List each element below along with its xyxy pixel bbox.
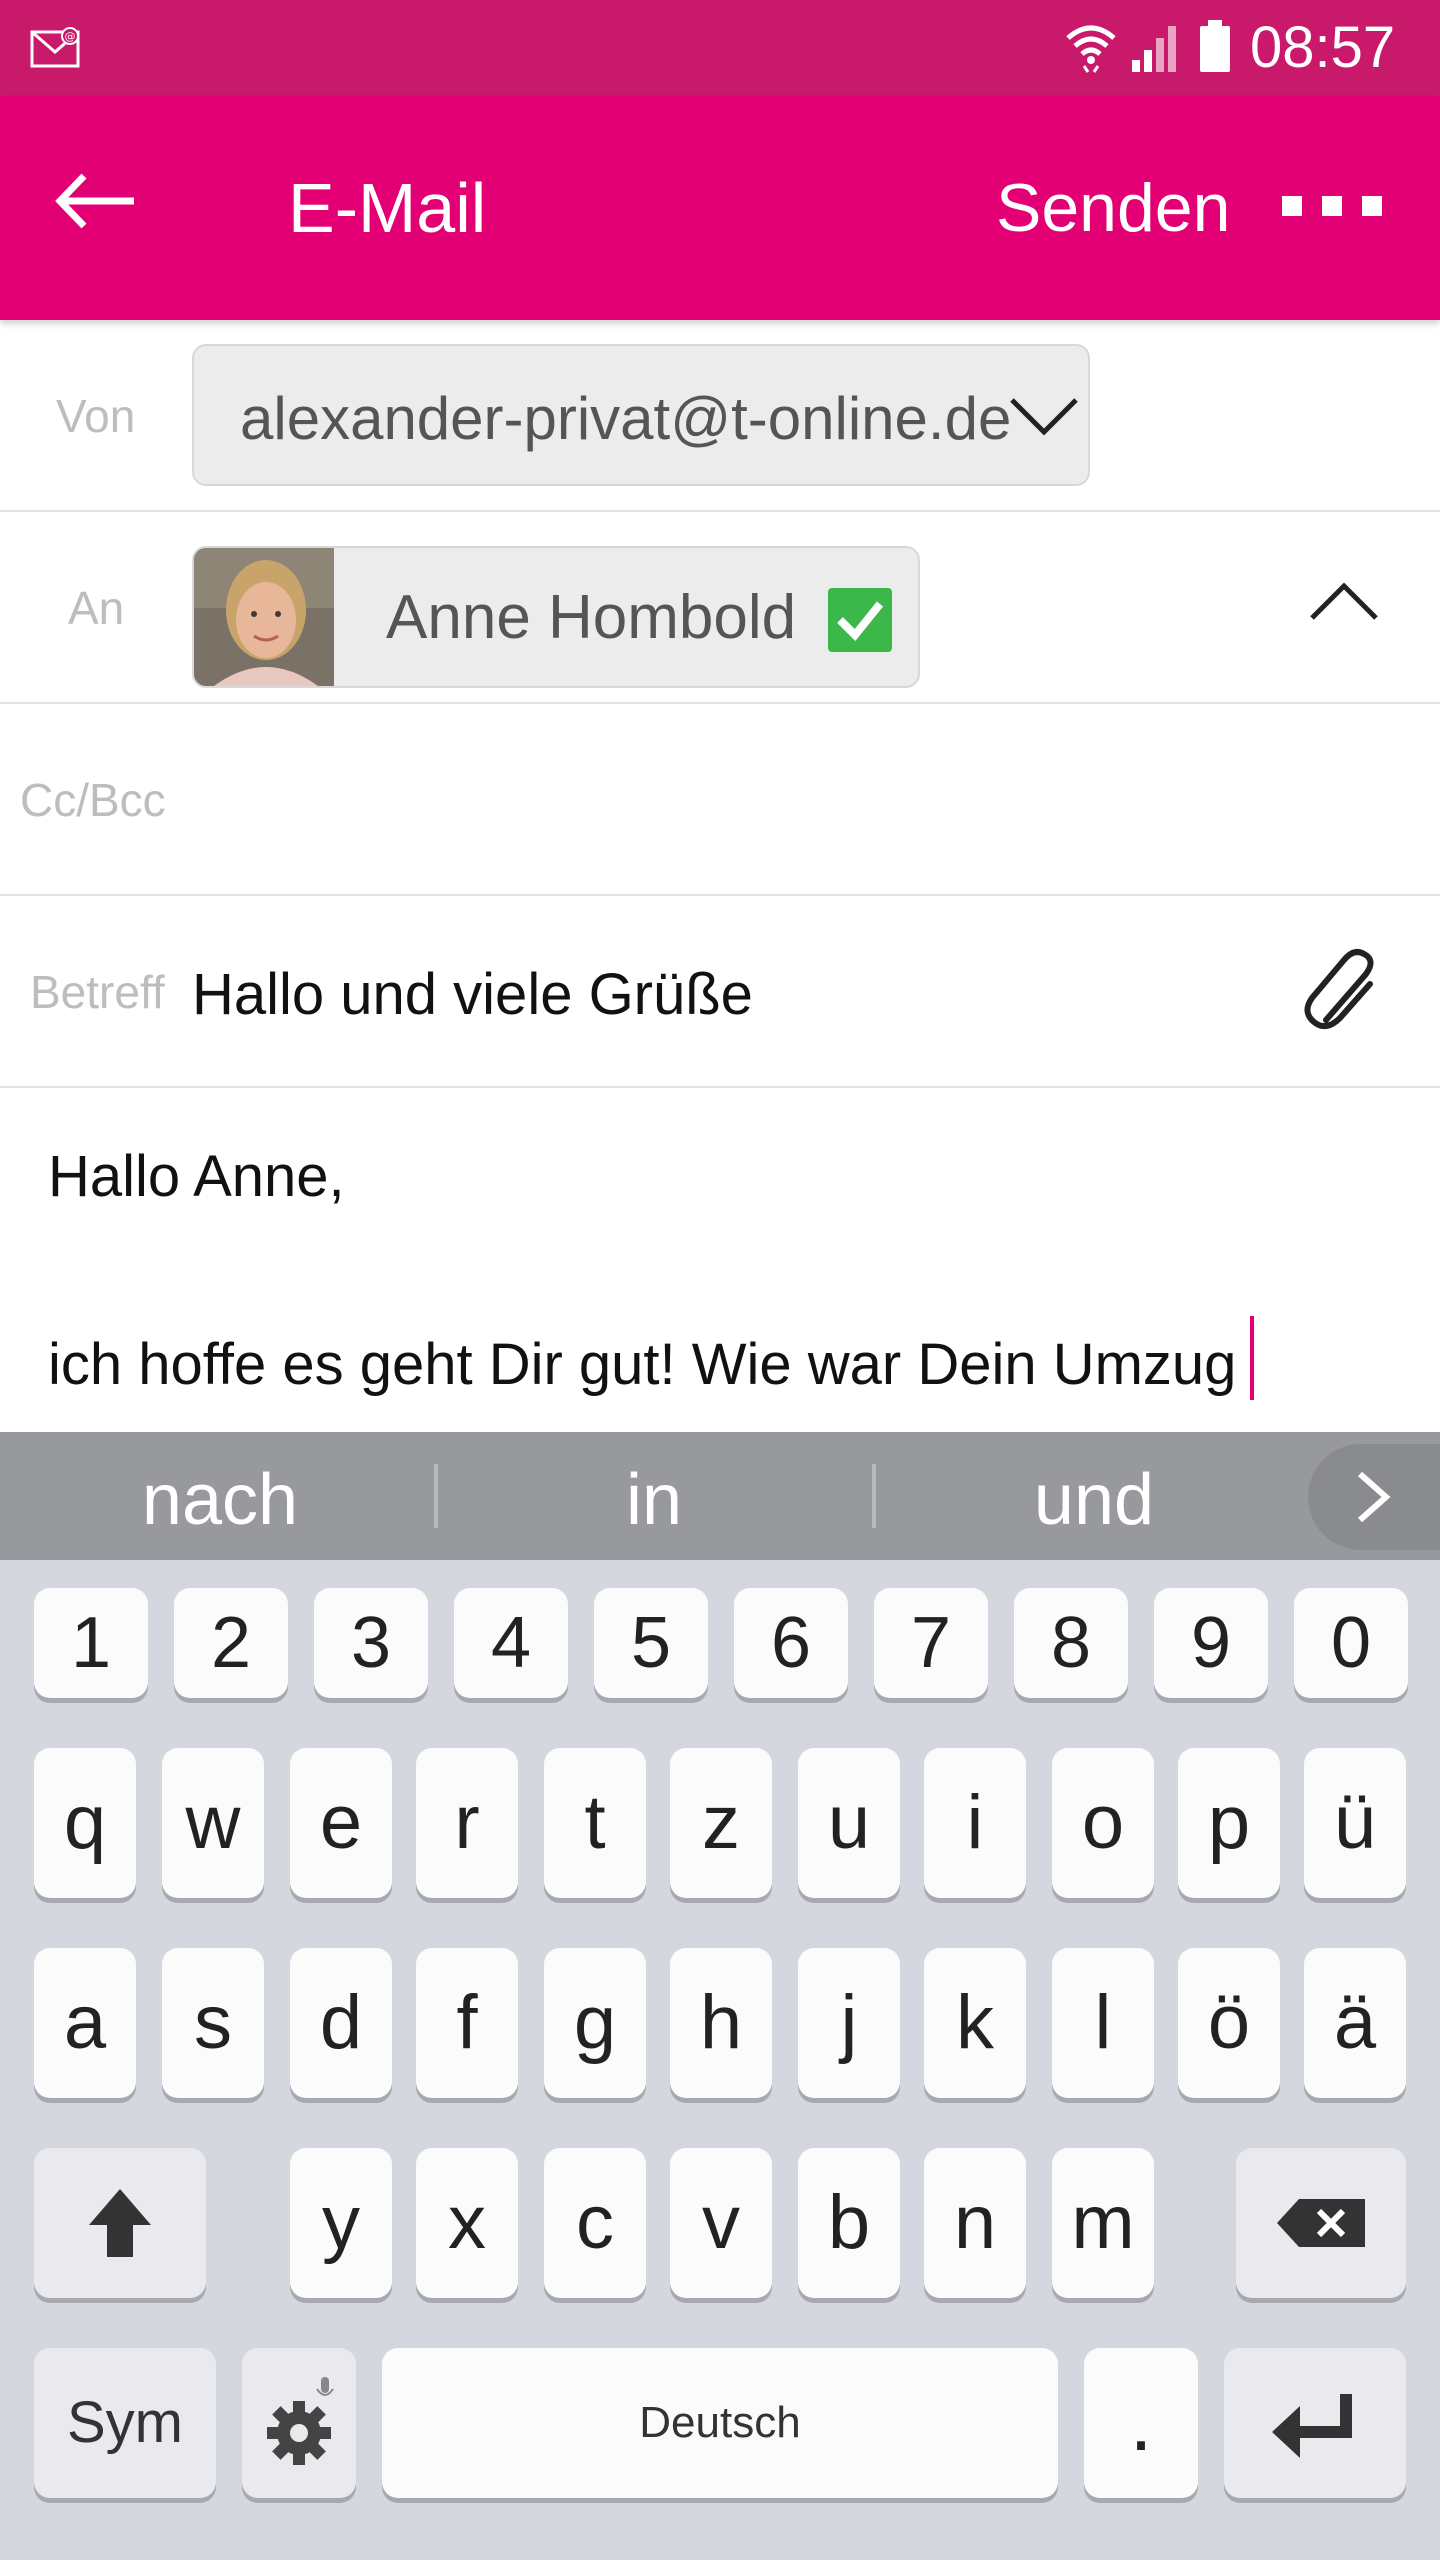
- key-h[interactable]: h: [670, 1948, 772, 2098]
- suggestion-bar: nach in und: [0, 1432, 1440, 1560]
- send-button[interactable]: Senden: [996, 168, 1230, 248]
- subject-row: Betreff Hallo und viele Grüße: [0, 896, 1440, 1088]
- key-j[interactable]: j: [798, 1948, 900, 2098]
- checkbox-checked-icon: [828, 588, 892, 652]
- page-title: E-Mail: [288, 169, 487, 247]
- suggestion-in[interactable]: in: [434, 1460, 874, 1540]
- key-y[interactable]: y: [290, 2148, 392, 2298]
- suggestion-und[interactable]: und: [874, 1460, 1314, 1540]
- from-dropdown[interactable]: alexander-privat@t-online.de: [192, 344, 1090, 486]
- key-o[interactable]: o: [1052, 1748, 1154, 1898]
- key-oe[interactable]: ö: [1178, 1948, 1280, 2098]
- gear-icon: [267, 2377, 334, 2465]
- key-ue[interactable]: ü: [1304, 1748, 1406, 1898]
- subject-input[interactable]: Hallo und viele Grüße: [192, 962, 753, 1028]
- key-5[interactable]: 5: [594, 1588, 708, 1698]
- svg-text:@: @: [65, 30, 76, 43]
- key-b[interactable]: b: [798, 2148, 900, 2298]
- key-f[interactable]: f: [416, 1948, 518, 2098]
- more-icon[interactable]: [1280, 196, 1390, 226]
- from-value: alexander-privat@t-online.de: [240, 385, 1012, 452]
- keyboard: 1 2 3 4 5 6 7 8 9 0 q w e r t z u i o p …: [0, 1560, 1440, 2560]
- chevron-up-icon[interactable]: [1306, 576, 1382, 626]
- wifi-icon: [1066, 25, 1116, 73]
- key-0[interactable]: 0: [1294, 1588, 1408, 1698]
- key-t[interactable]: t: [544, 1748, 646, 1898]
- cc-bcc-row[interactable]: Cc/Bcc: [0, 704, 1440, 896]
- key-1[interactable]: 1: [34, 1588, 148, 1698]
- enter-icon: [1272, 2394, 1352, 2458]
- key-c[interactable]: c: [544, 2148, 646, 2298]
- settings-key[interactable]: [242, 2348, 356, 2498]
- avatar: [194, 548, 334, 686]
- cc-bcc-label: Cc/Bcc: [20, 774, 166, 826]
- key-e[interactable]: e: [290, 1748, 392, 1898]
- key-ae[interactable]: ä: [1304, 1948, 1406, 2098]
- arrow-left-icon[interactable]: [50, 166, 140, 236]
- key-i[interactable]: i: [924, 1748, 1026, 1898]
- key-u[interactable]: u: [798, 1748, 900, 1898]
- chevron-down-icon: [1010, 398, 1078, 436]
- key-r[interactable]: r: [416, 1748, 518, 1898]
- key-d[interactable]: d: [290, 1948, 392, 2098]
- message-body[interactable]: Hallo Anne, ich hoffe es geht Dir gut! W…: [0, 1088, 1440, 1432]
- recipient-name: Anne Hombold: [386, 583, 797, 652]
- shift-icon: [89, 2189, 151, 2257]
- period-key[interactable]: .: [1084, 2348, 1198, 2498]
- key-p[interactable]: p: [1178, 1748, 1280, 1898]
- key-3[interactable]: 3: [314, 1588, 428, 1698]
- backspace-icon: [1277, 2199, 1365, 2247]
- recipient-chip[interactable]: Anne Hombold: [192, 546, 920, 688]
- key-a[interactable]: a: [34, 1948, 136, 2098]
- body-line-1: Hallo Anne,: [48, 1144, 345, 1209]
- key-q[interactable]: q: [34, 1748, 136, 1898]
- subject-label: Betreff: [30, 966, 165, 1018]
- key-v[interactable]: v: [670, 2148, 772, 2298]
- key-m[interactable]: m: [1052, 2148, 1154, 2298]
- battery-icon: [1200, 20, 1230, 72]
- enter-key[interactable]: [1224, 2348, 1406, 2498]
- sym-key[interactable]: Sym: [34, 2348, 216, 2498]
- chevron-right-icon: [1358, 1471, 1391, 1523]
- key-g[interactable]: g: [544, 1948, 646, 2098]
- app-bar: E-Mail Senden: [0, 96, 1440, 320]
- body-line-2: ich hoffe es geht Dir gut! Wie war Dein …: [48, 1316, 1255, 1400]
- more-suggestions-button[interactable]: [1308, 1444, 1440, 1550]
- key-6[interactable]: 6: [734, 1588, 848, 1698]
- key-8[interactable]: 8: [1014, 1588, 1128, 1698]
- suggestion-nach[interactable]: nach: [0, 1460, 440, 1540]
- shift-key[interactable]: [34, 2148, 206, 2298]
- from-label: Von: [56, 390, 136, 442]
- paperclip-icon[interactable]: [1298, 946, 1388, 1038]
- key-z[interactable]: z: [670, 1748, 772, 1898]
- backspace-key[interactable]: [1236, 2148, 1406, 2298]
- signal-icon: [1132, 26, 1176, 72]
- to-row: An Anne Hombold: [0, 512, 1440, 704]
- key-n[interactable]: n: [924, 2148, 1026, 2298]
- key-w[interactable]: w: [162, 1748, 264, 1898]
- text-cursor: [1250, 1316, 1255, 1400]
- key-k[interactable]: k: [924, 1948, 1026, 2098]
- key-x[interactable]: x: [416, 2148, 518, 2298]
- from-row: Von alexander-privat@t-online.de: [0, 320, 1440, 512]
- space-key[interactable]: Deutsch: [382, 2348, 1058, 2498]
- mail-icon: @: [30, 27, 80, 68]
- key-2[interactable]: 2: [174, 1588, 288, 1698]
- key-9[interactable]: 9: [1154, 1588, 1268, 1698]
- status-time: 08:57: [1250, 15, 1396, 80]
- key-s[interactable]: s: [162, 1948, 264, 2098]
- status-bar: @ 08:57: [0, 0, 1440, 96]
- key-4[interactable]: 4: [454, 1588, 568, 1698]
- key-7[interactable]: 7: [874, 1588, 988, 1698]
- to-label: An: [68, 582, 125, 634]
- key-l[interactable]: l: [1052, 1948, 1154, 2098]
